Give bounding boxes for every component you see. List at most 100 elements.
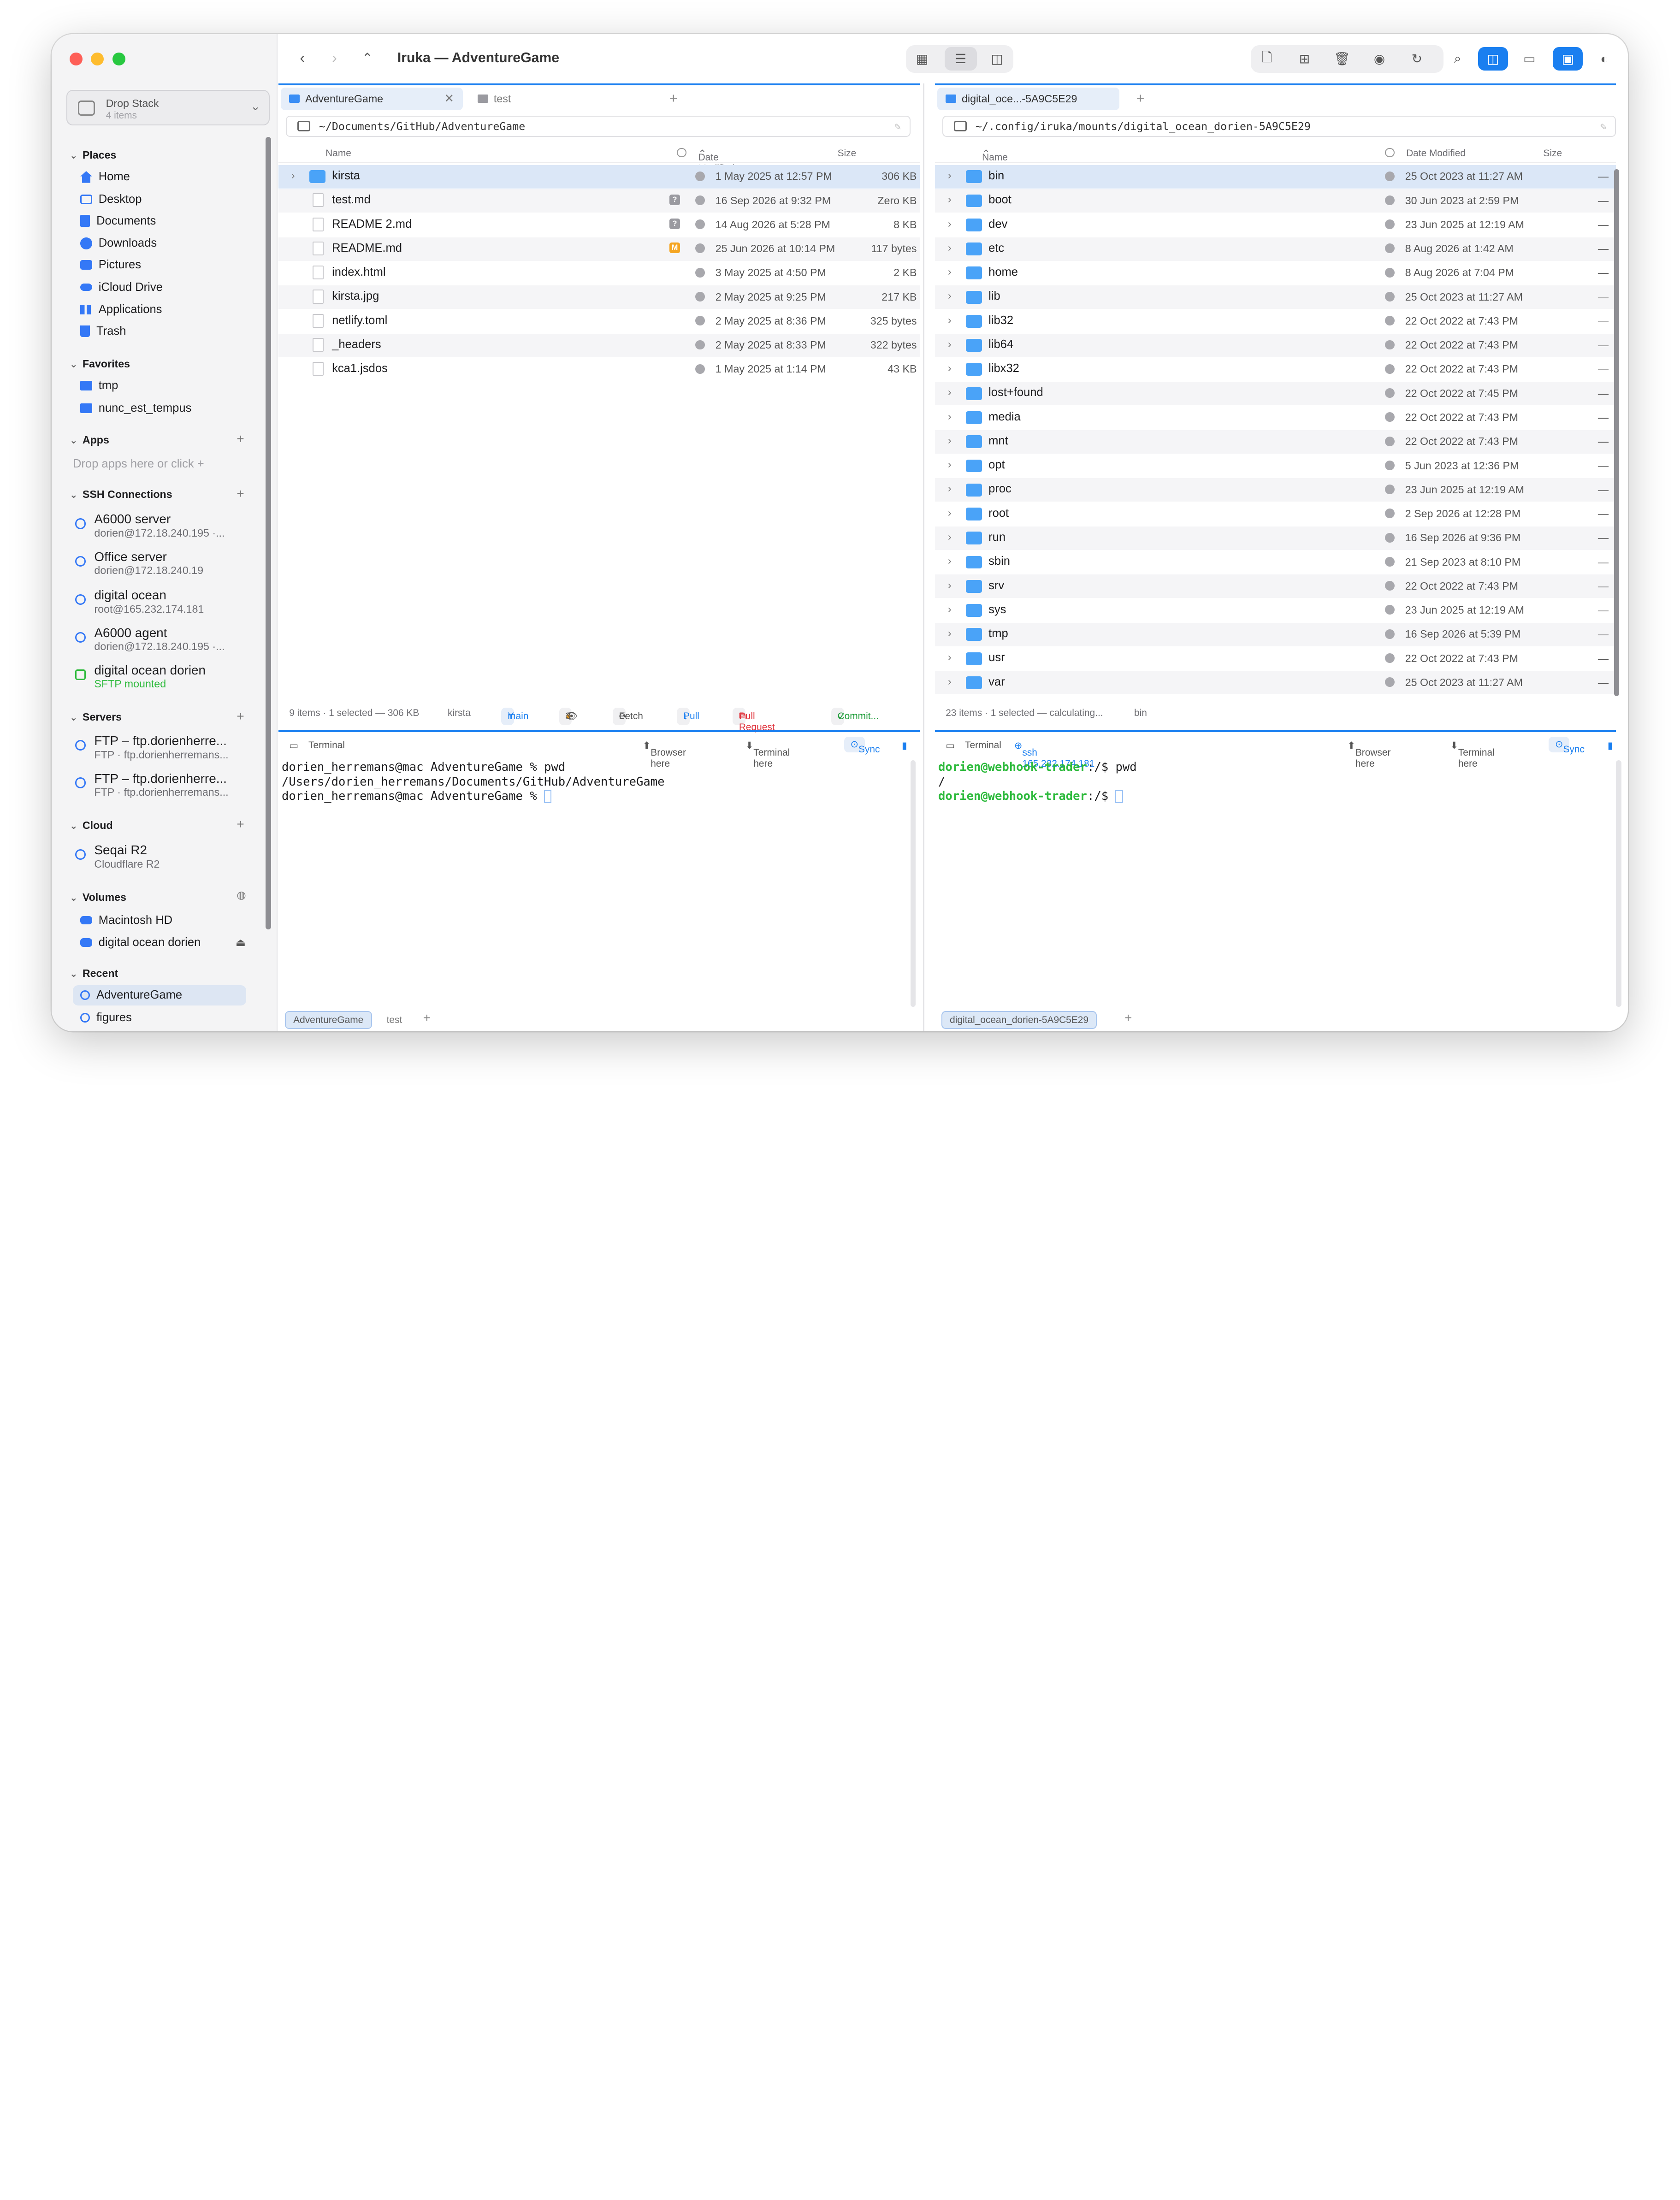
terminal-tab[interactable]: test xyxy=(379,1011,409,1029)
close-window-button[interactable] xyxy=(70,53,83,65)
sidebar-item-trash[interactable]: Trash xyxy=(80,325,241,338)
chevron-right-icon[interactable]: › xyxy=(948,362,952,374)
file-row[interactable]: kca1.jsdos1 May 2025 at 1:14 PM43 KB xyxy=(278,358,920,381)
chevron-right-icon[interactable]: › xyxy=(948,434,952,447)
places-header[interactable]: ⌄Places xyxy=(70,149,116,161)
sidebar-item-downloads[interactable]: Downloads xyxy=(80,237,241,250)
date-column-header[interactable]: Date Modified ⌃ xyxy=(698,148,707,160)
browser-here-button[interactable]: ⬆ Browser here xyxy=(1347,740,1355,751)
terminal-tab[interactable]: AdventureGame xyxy=(285,1011,372,1029)
forward-icon[interactable]: › xyxy=(332,49,337,66)
ssh-header[interactable]: ⌄SSH Connections+ xyxy=(70,488,262,501)
refresh-icon[interactable]: ↻ xyxy=(1403,47,1431,71)
servers-header[interactable]: ⌄Servers+ xyxy=(70,711,262,723)
chevron-right-icon[interactable]: › xyxy=(291,169,295,182)
chevron-right-icon[interactable]: › xyxy=(948,627,952,639)
chevron-right-icon[interactable]: › xyxy=(948,555,952,567)
status-column-icon[interactable] xyxy=(677,148,686,158)
file-row[interactable]: README.mdM25 Jun 2026 at 10:14 PM117 byt… xyxy=(278,237,920,261)
browser-here-button[interactable]: ⬆ Browser here xyxy=(643,740,651,751)
disk-settings-icon[interactable]: ◍ xyxy=(237,889,246,901)
size-column-header[interactable]: Size xyxy=(838,148,857,159)
chevron-right-icon[interactable]: › xyxy=(948,338,952,350)
tab-digital-ocean[interactable]: digital_oce...-5A9C5E29 xyxy=(937,88,1119,110)
eject-icon[interactable]: ⏏ xyxy=(236,936,246,949)
theme-toggle-icon[interactable]: ◐ xyxy=(1591,47,1618,71)
file-row[interactable]: ›usr22 Oct 2022 at 7:43 PM— xyxy=(935,647,1616,670)
add-ssh-button[interactable]: + xyxy=(237,486,244,501)
file-row[interactable]: ›media22 Oct 2022 at 7:43 PM— xyxy=(935,406,1616,429)
new-file-icon[interactable]: 🗋 xyxy=(1253,47,1281,71)
file-row[interactable]: ›dev23 Jun 2025 at 12:19 AM— xyxy=(935,213,1616,237)
edit-path-icon[interactable]: ✎ xyxy=(1600,120,1607,133)
branch-button[interactable]: Ymain xyxy=(501,708,514,725)
file-row[interactable]: ›bin25 Oct 2023 at 11:27 AM— xyxy=(935,165,1616,189)
chevron-right-icon[interactable]: › xyxy=(948,675,952,688)
terminal-output[interactable]: dorien@webhook-trader:/$ pwd/dorien@webh… xyxy=(938,760,1601,1009)
sidebar-item-applications[interactable]: Applications xyxy=(80,303,241,316)
path-bar[interactable]: ~/.config/iruka/mounts/digital_ocean_dor… xyxy=(942,116,1616,137)
file-row[interactable]: ›lib25 Oct 2023 at 11:27 AM— xyxy=(935,285,1616,309)
chevron-right-icon[interactable]: › xyxy=(948,169,952,182)
file-row[interactable]: ›run16 Sep 2026 at 9:36 PM— xyxy=(935,526,1616,550)
file-row[interactable]: ›lib3222 Oct 2022 at 7:43 PM— xyxy=(935,309,1616,333)
chevron-right-icon[interactable]: › xyxy=(948,290,952,302)
terminal-here-button[interactable]: ⬇ Terminal here xyxy=(745,740,754,751)
file-row[interactable]: netlify.toml2 May 2025 at 8:36 PM325 byt… xyxy=(278,309,920,333)
chevron-right-icon[interactable]: › xyxy=(948,218,952,230)
dual-pane-icon[interactable]: ◫ xyxy=(1478,47,1508,71)
lock-icon[interactable]: ▮ xyxy=(902,740,907,751)
minimize-window-button[interactable] xyxy=(91,53,104,65)
chevron-right-icon[interactable]: › xyxy=(948,386,952,398)
cloud-header[interactable]: ⌄Cloud+ xyxy=(70,819,262,832)
chevron-right-icon[interactable]: › xyxy=(948,266,952,278)
file-row[interactable]: ›sys23 Jun 2025 at 12:19 AM— xyxy=(935,599,1616,622)
sidebar-item-home[interactable]: Home xyxy=(80,170,241,183)
favorites-header[interactable]: ⌄Favorites xyxy=(70,358,130,370)
chevron-right-icon[interactable]: › xyxy=(948,314,952,326)
lock-icon[interactable]: ▮ xyxy=(1608,740,1613,751)
sidebar-item-documents[interactable]: Documents xyxy=(80,214,241,228)
sidebar-item-macintosh-hd[interactable]: Macintosh HD xyxy=(80,914,241,927)
search-icon[interactable]: ⌕ xyxy=(1443,47,1471,71)
apps-drop-placeholder[interactable]: Drop apps here or click + xyxy=(73,457,204,471)
chevron-right-icon[interactable]: › xyxy=(948,242,952,254)
trash-icon[interactable]: 🗑 xyxy=(1328,47,1356,71)
terminal-toggle-icon[interactable]: ▣ xyxy=(1553,47,1583,71)
sidebar-item-tmp[interactable]: tmp xyxy=(80,379,241,392)
hidden-files-icon[interactable]: ◉ xyxy=(1366,47,1393,71)
sidebar-item-icloud[interactable]: iCloud Drive xyxy=(80,281,241,294)
tab-adventuregame[interactable]: AdventureGame✕ xyxy=(281,88,463,110)
back-icon[interactable]: ‹ xyxy=(300,49,305,66)
pull-request-button[interactable]: ⧉Pull Request xyxy=(733,708,745,725)
file-row[interactable]: index.html3 May 2025 at 4:50 PM2 KB xyxy=(278,261,920,285)
file-row[interactable]: _headers2 May 2025 at 8:33 PM322 bytes xyxy=(278,334,920,357)
scrollbar[interactable] xyxy=(1614,169,1620,696)
file-row[interactable]: README 2.md?14 Aug 2026 at 5:28 PM8 KB xyxy=(278,213,920,237)
pull-button[interactable]: ↓Pull xyxy=(677,708,690,725)
chevron-right-icon[interactable]: › xyxy=(948,193,952,206)
column-view-icon[interactable]: ◫ xyxy=(983,47,1011,71)
file-row[interactable]: ›mnt22 Oct 2022 at 7:43 PM— xyxy=(935,430,1616,454)
file-row[interactable]: ›lost+found22 Oct 2022 at 7:45 PM— xyxy=(935,382,1616,405)
file-row[interactable]: ›srv22 Oct 2022 at 7:43 PM— xyxy=(935,574,1616,598)
sync-button[interactable]: ⊙ Sync xyxy=(844,737,865,752)
changes-button[interactable]: ●3👁 xyxy=(559,708,572,725)
terminal-scrollbar[interactable] xyxy=(1616,760,1621,1006)
file-row[interactable]: ›etc8 Aug 2026 at 1:42 AM— xyxy=(935,237,1616,261)
file-row[interactable]: ›proc23 Jun 2025 at 12:19 AM— xyxy=(935,478,1616,502)
add-app-button[interactable]: + xyxy=(237,432,244,446)
apps-header[interactable]: ⌄Apps+ xyxy=(70,434,262,446)
new-tab-button[interactable]: + xyxy=(1136,91,1145,106)
chevron-right-icon[interactable]: › xyxy=(948,482,952,495)
chevron-right-icon[interactable]: › xyxy=(948,603,952,615)
chevron-right-icon[interactable]: › xyxy=(948,651,952,663)
sidebar-item-recent-figures[interactable]: figures xyxy=(80,1011,241,1024)
parent-folder-icon[interactable]: ⌃ xyxy=(362,50,373,65)
chevron-right-icon[interactable]: › xyxy=(948,531,952,543)
sync-button[interactable]: ⊙ Sync xyxy=(1549,737,1569,752)
file-row[interactable]: ›tmp16 Sep 2026 at 5:39 PM— xyxy=(935,623,1616,646)
sidebar-scrollbar[interactable] xyxy=(266,137,271,929)
chevron-right-icon[interactable]: › xyxy=(948,579,952,591)
grid-view-icon[interactable]: ▦ xyxy=(908,47,936,71)
